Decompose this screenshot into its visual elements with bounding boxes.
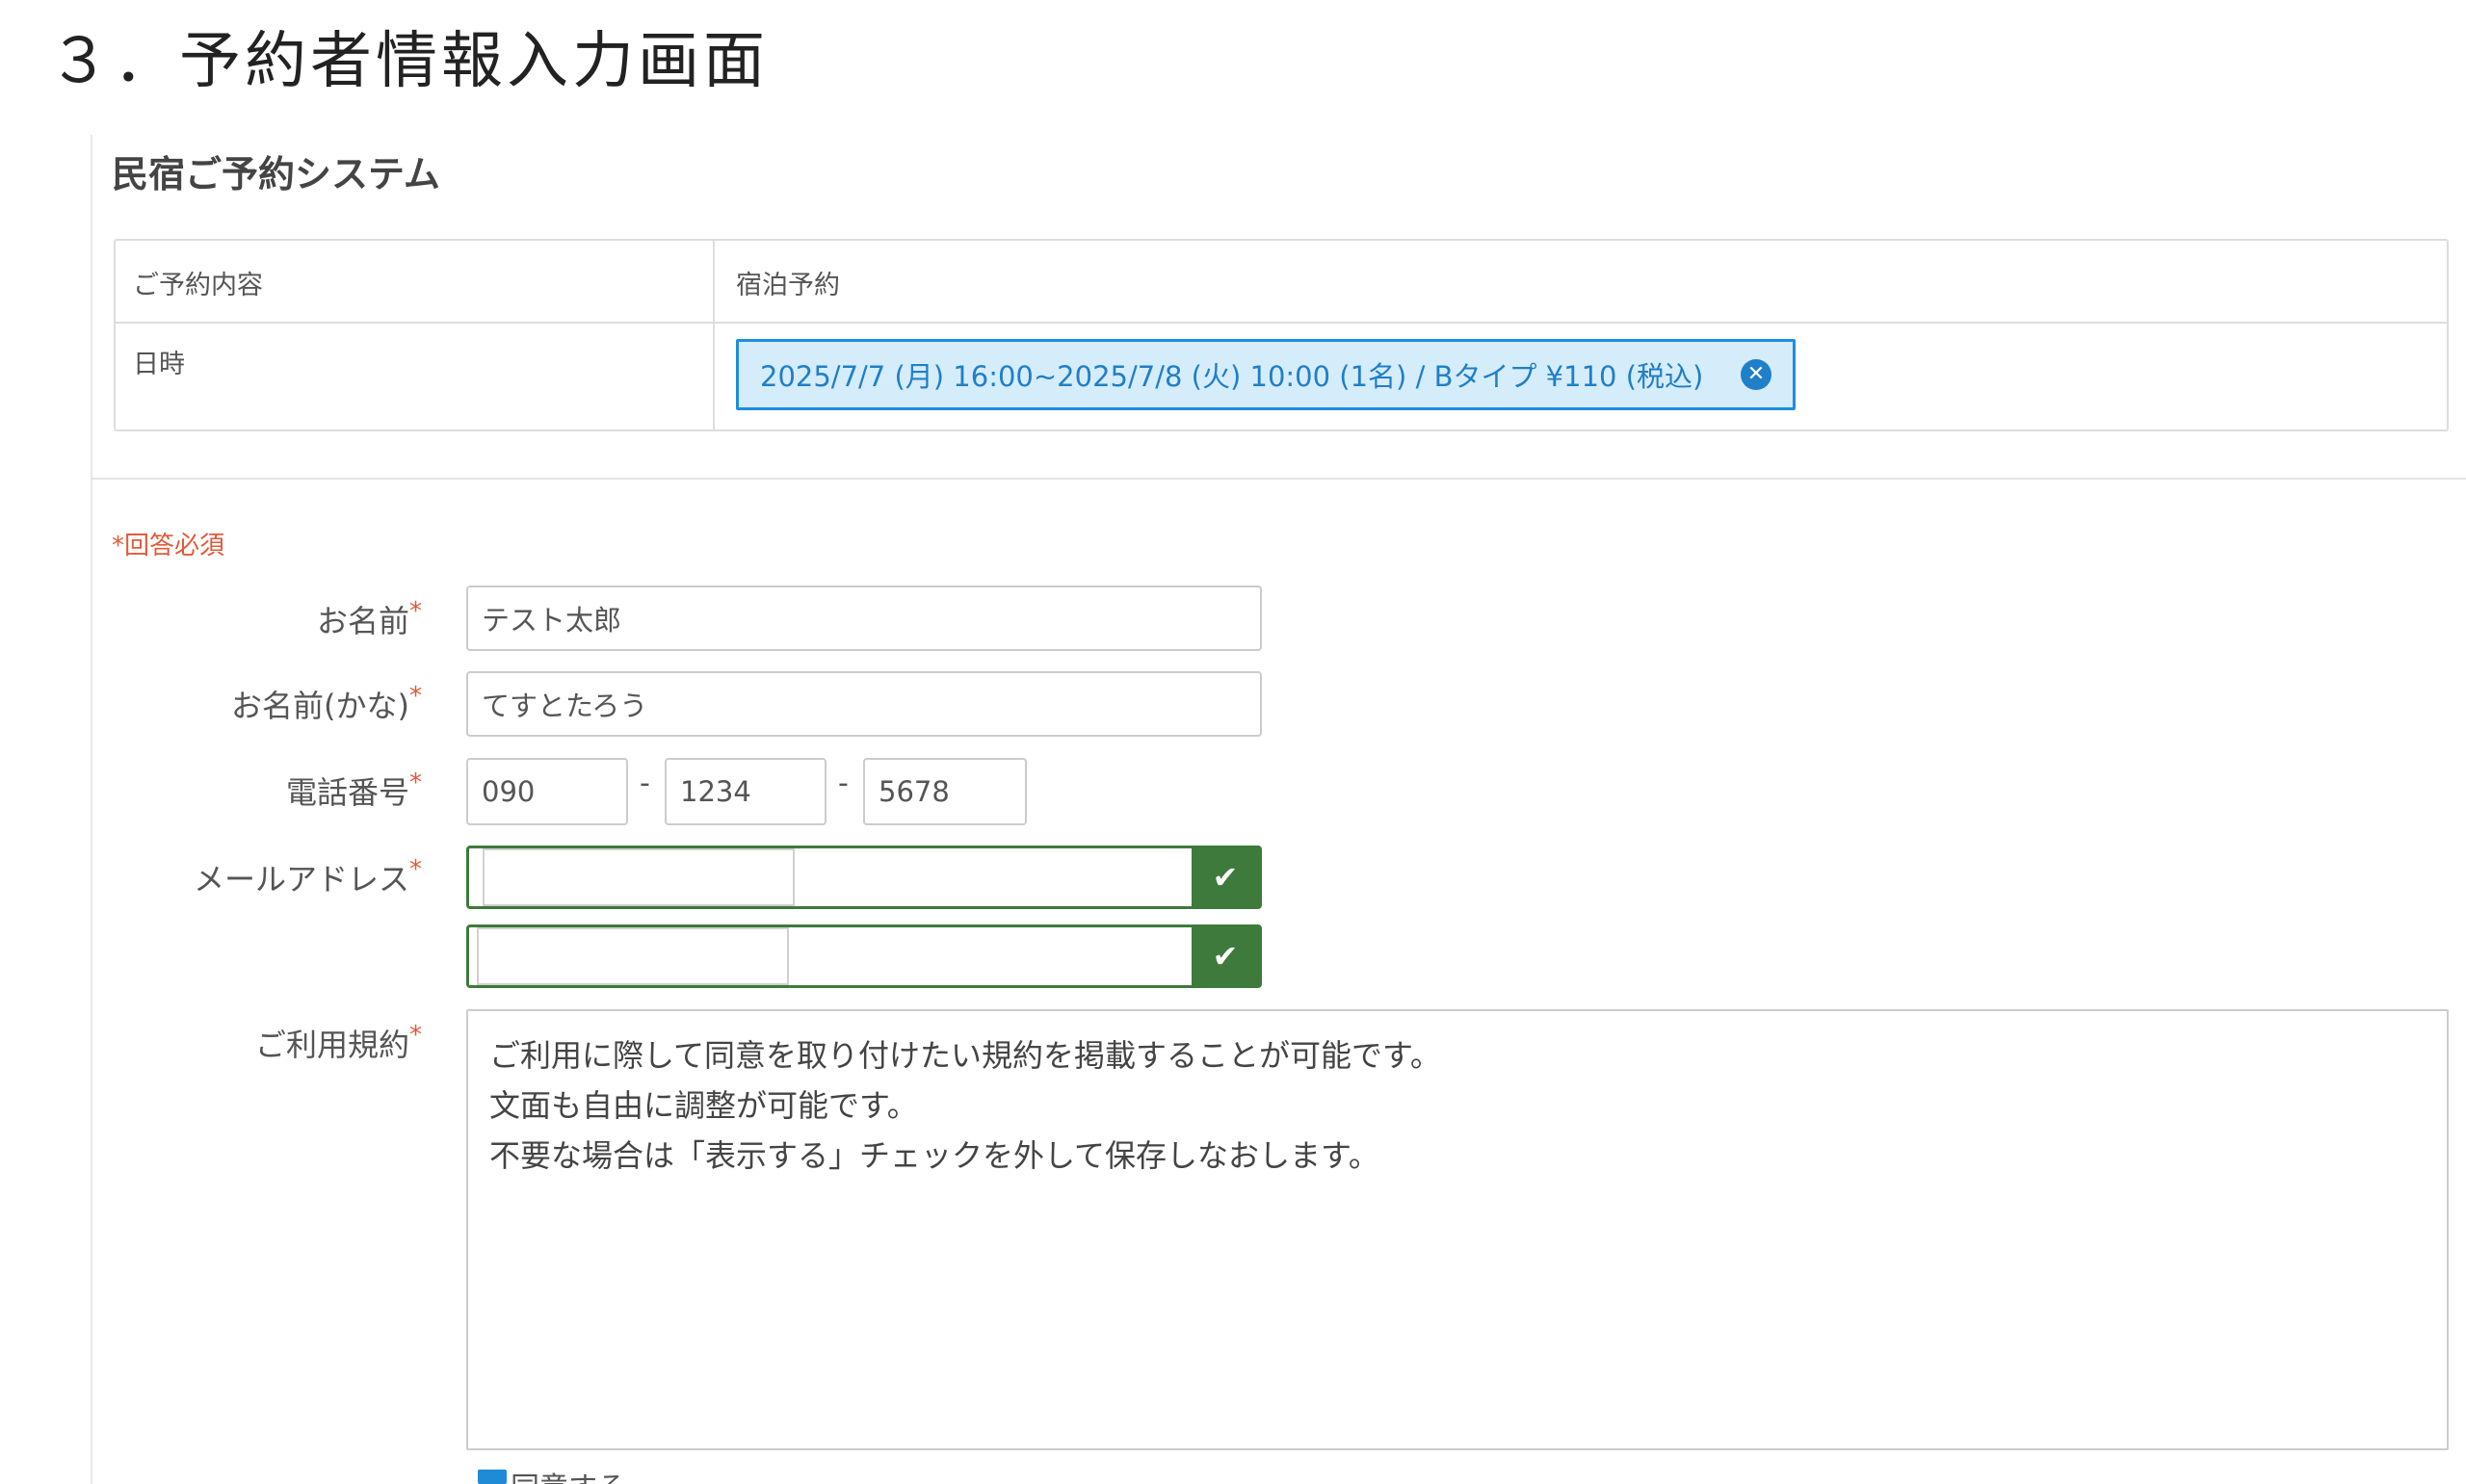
terms-line: ご利用に際して同意を取り付けたい規約を掲載することが可能です。 bbox=[489, 1037, 1441, 1074]
required-mark: * bbox=[409, 1021, 422, 1050]
terms-label: ご利用規約* bbox=[255, 1021, 422, 1065]
phone-input-2[interactable]: 1234 bbox=[665, 758, 826, 825]
selected-slot-text: 2025/7/7 (月) 16:00~2025/7/8 (火) 10:00 (1… bbox=[760, 360, 1704, 393]
kana-input[interactable]: てすとたろう bbox=[466, 671, 1262, 737]
reservation-summary-table: ご予約内容 宿泊予約 日時 2025/7/7 (月) 16:00~2025/7/… bbox=[114, 239, 2449, 431]
required-mark: * bbox=[409, 682, 422, 711]
table-row-content: ご予約内容 宿泊予約 bbox=[116, 241, 2447, 324]
terms-line: 文面も自由に調整が可能です。 bbox=[489, 1087, 918, 1124]
name-input[interactable]: テスト太郎 bbox=[466, 586, 1262, 651]
required-mark: * bbox=[409, 855, 422, 884]
table-row-datetime: 日時 2025/7/7 (月) 16:00~2025/7/8 (火) 10:00… bbox=[116, 324, 2447, 431]
agree-label: 同意する bbox=[511, 1464, 626, 1484]
email-valid-check-icon: ✔ bbox=[1192, 848, 1259, 906]
required-mark: * bbox=[409, 768, 422, 797]
section-divider bbox=[91, 478, 2466, 480]
phone-label: 電話番号* bbox=[286, 768, 422, 813]
phone-input-3[interactable]: 5678 bbox=[863, 758, 1027, 825]
content-label: ご予約内容 bbox=[133, 271, 263, 300]
document-title: ３．予約者情報入力画面 bbox=[48, 26, 769, 97]
email-input[interactable] bbox=[483, 848, 795, 906]
name-label: お名前* bbox=[317, 597, 422, 641]
email-confirm-valid-check-icon: ✔ bbox=[1192, 927, 1259, 985]
phone-input-1[interactable]: 090 bbox=[466, 758, 628, 825]
agree-checkbox[interactable] bbox=[478, 1470, 507, 1484]
terms-label-text: ご利用規約 bbox=[254, 1027, 409, 1063]
system-title: 民宿ご予約システム bbox=[112, 153, 440, 195]
email-field[interactable]: ✔ bbox=[466, 846, 1262, 909]
required-note: *回答必須 bbox=[112, 532, 225, 560]
required-mark: * bbox=[409, 597, 422, 626]
terms-textarea[interactable]: ご利用に際して同意を取り付けたい規約を掲載することが可能です。 文面も自由に調整… bbox=[466, 1009, 2449, 1450]
email-confirm-field[interactable]: ✔ bbox=[466, 924, 1262, 988]
selected-slot-chip[interactable]: 2025/7/7 (月) 16:00~2025/7/8 (火) 10:00 (1… bbox=[736, 339, 1796, 410]
email-label: メールアドレス* bbox=[194, 855, 422, 899]
email-confirm-input[interactable] bbox=[477, 927, 789, 985]
name-label-text: お名前 bbox=[316, 603, 409, 639]
phone-separator: - bbox=[838, 767, 849, 800]
kana-label-text: お名前(かな) bbox=[231, 688, 409, 724]
email-label-text: メールアドレス bbox=[193, 861, 409, 898]
kana-label: お名前(かな)* bbox=[231, 682, 422, 726]
terms-line: 不要な場合は「表示する」チェックを外して保存しなおします。 bbox=[489, 1137, 1379, 1174]
phone-label-text: 電話番号 bbox=[285, 774, 409, 811]
datetime-label: 日時 bbox=[133, 350, 185, 379]
content-value: 宿泊予約 bbox=[736, 271, 840, 300]
remove-slot-icon[interactable]: ✕ bbox=[1741, 359, 1771, 390]
phone-separator: - bbox=[640, 767, 650, 800]
